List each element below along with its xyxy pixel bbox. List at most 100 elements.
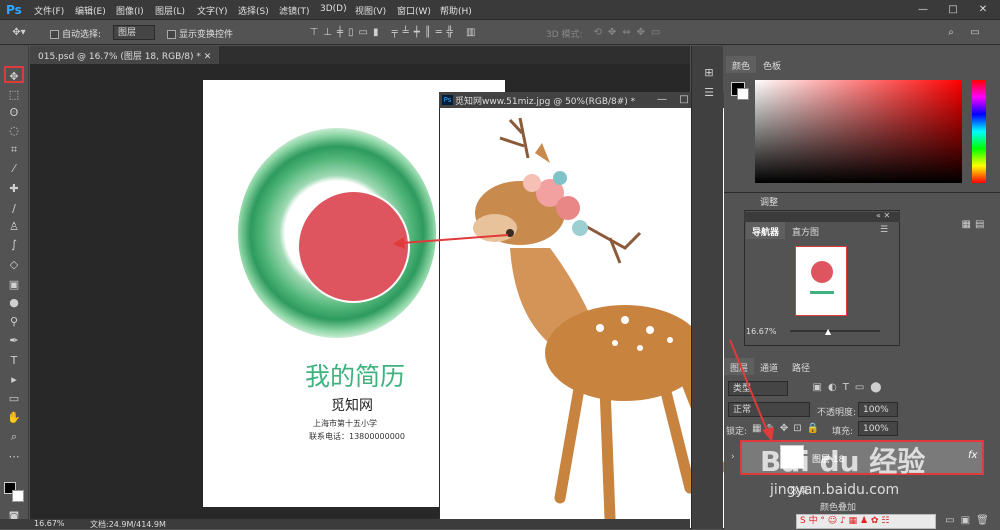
document-tab-label: 015.psd @ 16.7% (图层 18, RGB/8) * [38,52,201,62]
gradient-tool-icon[interactable]: ▣ [4,276,24,293]
tab-histogram[interactable]: 直方图 [786,222,825,239]
hue-slider[interactable] [972,80,986,183]
fill-input[interactable]: 100% [858,421,898,436]
opacity-input[interactable]: 100% [858,402,898,417]
baidu-watermark-logo: Bai du 经验 [760,445,926,478]
float-maximize-button[interactable]: □ [676,93,692,107]
navigator-zoom-slider[interactable] [790,330,880,332]
eraser-tool-icon[interactable]: ◇ [4,256,24,273]
close-button[interactable]: ✕ [974,2,992,17]
quick-select-tool-icon[interactable]: ◌ [4,122,24,139]
auto-select-checkbox[interactable]: 自动选择: [50,27,101,40]
menu-filter[interactable]: 滤镜(T) [279,4,310,17]
show-transform-checkbox[interactable]: 显示变换控件 [167,27,233,40]
blur-tool-icon[interactable]: ● [4,294,24,311]
color-picker-field[interactable] [755,80,962,183]
ps-doc-icon: Ps [442,95,453,105]
move-tool-options-icon[interactable]: ✥▾ [6,26,32,40]
deer-ear [535,143,550,163]
status-bar: 16.67% 文档:24.9M/414.9M [0,519,690,529]
checkbox-icon [167,30,176,39]
menu-help[interactable]: 帮助(H) [440,4,472,17]
auto-select-label: 自动选择: [62,30,102,40]
thumb-title [810,291,834,294]
ime-toolbar[interactable]: S 中 ° ☺ ♪ ▦ ♟ ✿ ☷ [796,514,936,529]
resume-title: 我的简历 [304,362,405,391]
search-icon[interactable]: ⌕ [944,26,958,40]
path-select-tool-icon[interactable]: ▸ [4,371,24,388]
3d-mode-icons: ⟲✥⇔✥▭ [593,27,667,38]
tab-color[interactable]: 颜色 [726,56,757,73]
menu-layer[interactable]: 图层(L) [155,4,185,17]
align-distribute-icons[interactable]: ⊤⊥╪▯▭▮ ╤╧┿║═╬ ▥ [255,26,535,40]
float-minimize-button[interactable]: — [654,93,670,107]
maximize-button[interactable]: □ [944,2,962,17]
resume-name: 觅知网 [331,398,373,414]
rectangle-tool-icon[interactable]: ▭ [4,390,24,407]
annotation-arrow-layers [729,339,774,442]
zoom-slider-thumb-icon[interactable]: ▲ [825,327,831,336]
fill-label: 填充: [832,427,854,437]
color-overlay-label: 颜色叠加 [820,503,857,513]
photoshop-logo: Ps [6,3,22,17]
properties-panel-icon[interactable]: ☰ [699,84,719,101]
menu-select[interactable]: 选择(S) [238,4,269,17]
tab-paths[interactable]: 路径 [786,358,816,375]
panel-view-icons[interactable]: ▦▤ [960,218,990,232]
minimize-button[interactable]: — [914,2,932,17]
brush-tool-icon[interactable]: ∕ [4,200,24,217]
crop-tool-icon[interactable]: ⌗ [4,141,24,158]
tab-swatches[interactable]: 色板 [757,56,787,73]
checkbox-icon [50,30,59,39]
marquee-tool-icon[interactable]: ⬚ [4,86,24,103]
tab-adjustments[interactable]: 调整 [754,192,784,209]
menu-3d[interactable]: 3D(D) [320,4,347,14]
menu-window[interactable]: 窗口(W) [397,4,431,17]
layer-fx-icon[interactable]: fx [968,450,977,461]
healing-brush-tool-icon[interactable]: ✚ [4,180,24,197]
layer-filter-icons[interactable]: ▣◐T▭⬤ [800,381,900,395]
move-tool-icon[interactable]: ✥ [4,66,24,83]
menu-image[interactable]: 图像(I) [116,4,144,17]
resume-phone: 联系电话：13800000000 [309,432,405,441]
arrow-line [729,339,769,434]
status-zoom[interactable]: 16.67% [34,519,65,528]
opacity-label: 不透明度: [817,408,857,418]
history-panel-icon[interactable]: ⊞ [699,64,719,81]
dodge-tool-icon[interactable]: ⚲ [4,313,24,330]
close-tab-icon[interactable]: ✕ [204,52,212,62]
hand-tool-icon[interactable]: ✋ [4,409,24,426]
annotation-arrow [393,234,509,249]
clone-stamp-tool-icon[interactable]: ♙ [4,218,24,235]
navigator-thumbnail[interactable] [795,246,847,316]
eyedropper-tool-icon[interactable]: ⁄ [4,160,24,177]
visibility-eye-icon[interactable]: › [731,452,735,462]
pen-tool-icon[interactable]: ✒ [4,332,24,349]
type-tool-icon[interactable]: T [4,352,24,369]
collapse-icon[interactable]: « ✕ [876,211,890,220]
document-tab[interactable]: 015.psd @ 16.7% (图层 18, RGB/8) * ✕ [30,46,220,64]
zoom-tool-icon[interactable]: ⌕ [4,428,24,445]
arrow-line [401,234,509,244]
auto-select-dropdown[interactable]: 图层 [113,25,156,40]
history-brush-tool-icon[interactable]: ∫ [4,236,24,253]
background-color-swatch[interactable] [12,490,24,502]
show-transform-label: 显示变换控件 [179,30,234,40]
menu-file[interactable]: 文件(F) [34,4,64,17]
mode-3d-label: 3D 模式: [546,30,583,40]
baidu-watermark-url: jingyan.baidu.com [770,482,900,498]
menu-bar [0,0,1000,20]
lasso-tool-icon[interactable]: ʘ [4,104,24,121]
tab-navigator[interactable]: 导航器 [746,222,786,239]
menu-type[interactable]: 文字(Y) [197,4,228,17]
status-doc-size: 文档:24.9M/414.9M [90,520,166,529]
tools-panel: ✥ ⬚ ʘ ◌ ⌗ ⁄ ✚ ∕ ♙ ∫ ◇ ▣ ● ⚲ ✒ T ▸ ▭ ✋ ⌕ … [0,46,29,529]
layer-bottom-icons[interactable]: ▭▣🗑 [940,514,1000,528]
more-tools-icon[interactable]: ⋯ [4,448,24,465]
menu-edit[interactable]: 编辑(E) [75,4,106,17]
menu-view[interactable]: 视图(V) [355,4,386,17]
arrow-head [393,237,405,249]
workspace-icon[interactable]: ▭ [968,26,982,40]
color-background-swatch[interactable] [737,88,749,100]
panel-menu-icon[interactable]: ☰ [880,225,888,235]
